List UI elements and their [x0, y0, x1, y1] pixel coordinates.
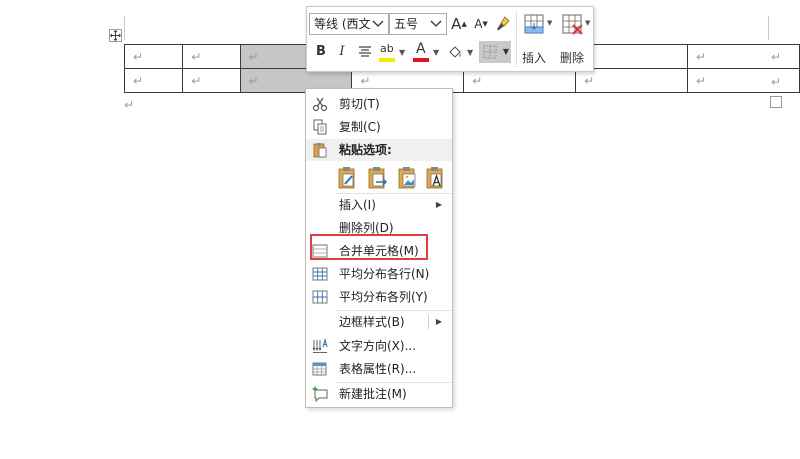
center-align-button[interactable] — [355, 41, 375, 63]
context-menu: 剪切(T) 复制(C) 粘贴选项: 插入(I) ▶ 删除列(D) 合并单元格(M… — [305, 88, 453, 408]
highlight-dropdown-icon[interactable]: ▼ — [399, 49, 405, 57]
menu-item-cut[interactable]: 剪切(T) — [306, 93, 452, 115]
highlighter-icon: ab — [380, 42, 394, 55]
grow-font-glyph: A — [451, 15, 462, 33]
menu-item-label: 复制(C) — [339, 120, 381, 134]
distribute-rows-icon — [312, 267, 328, 281]
merge-cells-icon — [312, 244, 328, 258]
chevron-down-icon — [372, 15, 384, 34]
menu-item-new-comment[interactable]: 新建批注(M) — [306, 383, 452, 405]
insert-table-button[interactable]: ▼ 插入 — [519, 11, 555, 67]
font-size-combo[interactable]: 五号 — [389, 13, 447, 35]
copy-icon — [313, 119, 327, 135]
menu-item-label: 文字方向(X)... — [339, 339, 417, 353]
paste-options-label: 粘贴选项: — [339, 143, 392, 157]
borders-icon — [483, 45, 497, 59]
borders-dropdown-icon: ▼ — [502, 47, 509, 56]
chevron-down-icon — [430, 15, 442, 34]
font-color-dropdown-icon[interactable]: ▼ — [433, 49, 439, 57]
font-name-combo[interactable]: 等线 (西文 — [309, 13, 389, 35]
table-cell[interactable]: ↵ — [123, 44, 184, 69]
menu-item-label: 合并单元格(M) — [339, 244, 419, 258]
paste-nest-table-icon[interactable] — [366, 165, 390, 191]
table-row: ↵ ↵ ↵ ↵ ↵ ↵ ↵ — [123, 68, 800, 93]
format-painter-icon — [497, 16, 510, 31]
paint-bucket-icon — [449, 46, 461, 58]
table-properties-icon — [312, 362, 327, 376]
menu-item-label: 插入(I) — [339, 198, 376, 212]
table-cell[interactable]: ↵ — [463, 68, 577, 93]
page-corner-mark-top-right — [768, 16, 769, 40]
menu-item-table-properties[interactable]: 表格属性(R)... — [306, 358, 452, 380]
delete-label: 删除 — [560, 51, 585, 65]
bold-button[interactable]: B — [311, 41, 331, 63]
scissors-icon — [312, 97, 328, 112]
paste-picture-icon[interactable] — [396, 165, 420, 191]
row-end-mark: ↵ — [771, 75, 782, 89]
font-color-button[interactable]: A — [411, 41, 431, 63]
menu-item-label: 表格属性(R)... — [339, 362, 417, 376]
font-color-icon: A — [416, 41, 426, 57]
submenu-arrow-icon: ▶ — [435, 200, 442, 209]
highlight-button[interactable]: ab — [377, 41, 397, 63]
table-cell[interactable]: ↵ — [575, 68, 689, 93]
table-cell[interactable]: ↵ — [687, 68, 800, 93]
submenu-arrow-icon: ▶ — [435, 317, 442, 326]
menu-item-label: 平均分布各列(Y) — [339, 290, 428, 304]
font-name-value: 等线 (西文 — [314, 17, 371, 31]
menu-item-delete-column[interactable]: 删除列(D) — [306, 217, 452, 239]
menu-item-distribute-rows[interactable]: 平均分布各行(N) — [306, 263, 452, 285]
paste-keep-text-only-icon[interactable] — [424, 165, 448, 191]
delete-table-button[interactable]: ▼ 删除 — [557, 11, 593, 67]
highlight-color-bar — [379, 58, 395, 62]
format-painter-button[interactable] — [493, 13, 513, 35]
font-size-value: 五号 — [394, 17, 419, 31]
clipboard-icon — [313, 143, 327, 158]
menu-item-label: 新建批注(M) — [339, 387, 407, 401]
align-center-icon — [359, 46, 371, 57]
menu-item-label: 剪切(T) — [339, 97, 380, 111]
toolbar-divider — [516, 11, 517, 67]
row-end-mark: ↵ — [771, 50, 782, 64]
mini-toolbar: 等线 (西文 五号 A▲ A▼ B I ab ▼ A ▼ ▼ ▼ ▼ 插入 ▼ … — [306, 6, 594, 72]
new-comment-icon — [312, 386, 328, 402]
shading-dropdown-icon[interactable]: ▼ — [467, 49, 473, 57]
table-cell[interactable]: ↵ — [123, 68, 184, 93]
italic-button[interactable]: I — [333, 41, 351, 63]
table-cell[interactable]: ↵ — [687, 44, 800, 69]
table-move-handle-icon[interactable] — [109, 29, 122, 42]
menu-item-copy[interactable]: 复制(C) — [306, 116, 452, 138]
caret-down-icon: ▼ — [482, 20, 488, 28]
table-cell[interactable]: ↵ — [182, 68, 241, 93]
distribute-columns-icon — [312, 290, 328, 304]
menu-item-label: 删除列(D) — [339, 221, 394, 235]
menu-item-label: 边框样式(B) — [339, 315, 405, 329]
insert-label: 插入 — [522, 51, 547, 65]
font-color-bar — [413, 58, 429, 62]
menu-item-merge-cells[interactable]: 合并单元格(M) — [306, 240, 452, 262]
paragraph-mark: ↵ — [124, 98, 135, 112]
menu-item-text-direction[interactable]: 文字方向(X)... — [306, 335, 452, 357]
menu-item-border-styles[interactable]: 边框样式(B) ▶ — [306, 311, 452, 333]
table-cell[interactable]: ↵ — [182, 44, 241, 69]
caret-up-icon: ▲ — [461, 20, 467, 28]
page-corner-mark-top-left — [124, 16, 125, 40]
insert-table-icon — [524, 14, 544, 34]
table-resize-handle-icon[interactable] — [770, 96, 782, 108]
paste-keep-source-formatting-icon[interactable] — [336, 165, 360, 191]
shading-button[interactable] — [445, 41, 465, 63]
text-direction-icon — [312, 338, 328, 353]
delete-table-icon — [562, 14, 583, 35]
insert-dropdown-icon: ▼ — [547, 19, 553, 27]
delete-dropdown-icon: ▼ — [585, 19, 591, 27]
menu-item-label: 平均分布各行(N) — [339, 267, 430, 281]
submenu-divider — [428, 315, 429, 329]
grow-font-button[interactable]: A▲ — [449, 13, 469, 35]
menu-item-insert[interactable]: 插入(I) ▶ — [306, 194, 452, 216]
paste-options-header: 粘贴选项: — [306, 139, 452, 161]
menu-item-distribute-columns[interactable]: 平均分布各列(Y) — [306, 286, 452, 308]
shrink-font-button[interactable]: A▼ — [471, 13, 491, 35]
borders-button[interactable]: ▼ — [479, 41, 511, 63]
